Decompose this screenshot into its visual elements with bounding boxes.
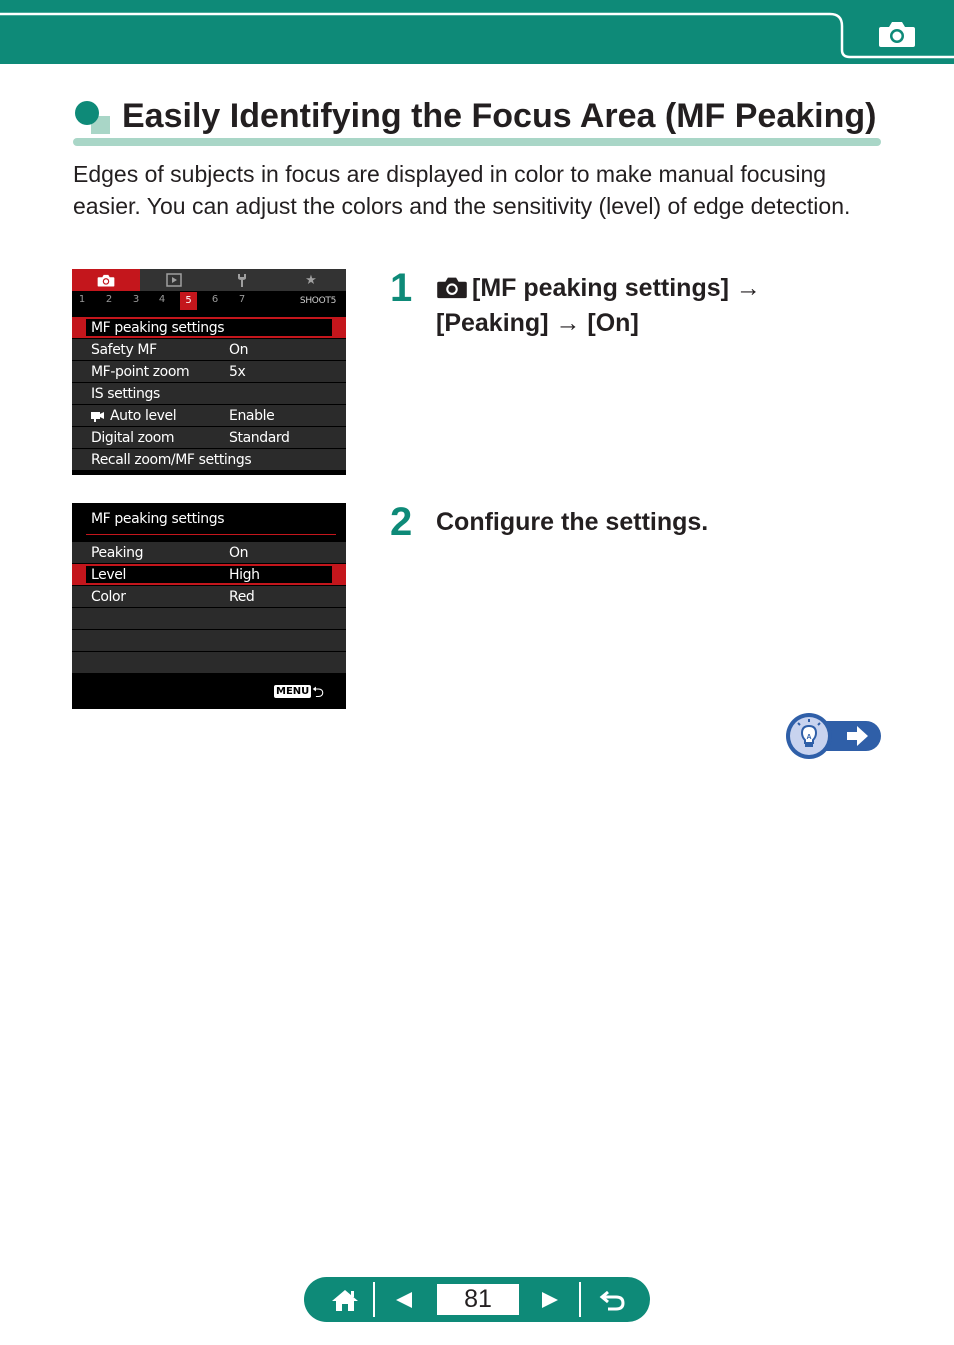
return-icon bbox=[599, 1290, 625, 1310]
menu-empty-row bbox=[72, 630, 346, 652]
menu-item-safety-mf: Safety MF On bbox=[72, 339, 346, 361]
menu-item-is-settings: IS settings bbox=[72, 383, 346, 405]
page-number: 3 bbox=[132, 294, 140, 305]
menu-item-value: 5x bbox=[229, 364, 246, 380]
menu-item-auto-level: Auto level Enable bbox=[72, 405, 346, 427]
menu-item-label: MF-point zoom bbox=[91, 364, 190, 380]
page-number-active: 5 bbox=[180, 292, 197, 310]
my-menu-tab: ★ bbox=[276, 269, 346, 291]
menu-tab-label: SHOOT5 bbox=[299, 296, 336, 306]
menu-item-label: Safety MF bbox=[91, 342, 157, 358]
camera-mf-peaking-screen: MF peaking settings Peaking On Level Hig… bbox=[72, 503, 346, 709]
menu-item-value: On bbox=[229, 545, 249, 561]
menu-item-value: Standard bbox=[229, 430, 290, 446]
camera-menu-screen-shoot5: ★ 1 2 3 4 5 6 7 SHOOT5 MF peaking settin… bbox=[72, 269, 346, 475]
menu-item-value: High bbox=[229, 567, 260, 583]
menu-item-label: MF peaking settings bbox=[91, 320, 225, 336]
playback-tab bbox=[140, 269, 208, 291]
menu-item-label: IS settings bbox=[91, 386, 160, 402]
movie-icon bbox=[91, 412, 104, 422]
page-number: 2 bbox=[105, 294, 113, 305]
menu-item-level: Level High bbox=[72, 564, 346, 586]
return-icon: ⮌ bbox=[312, 683, 325, 701]
svg-text:A: A bbox=[806, 734, 811, 741]
menu-item-recall-zoom-mf: Recall zoom/MF settings bbox=[72, 449, 346, 471]
chapter-tab-outline bbox=[0, 12, 954, 59]
step-number: 2 bbox=[390, 500, 413, 544]
section-bullet-icon bbox=[75, 101, 110, 134]
return-button[interactable] bbox=[590, 1277, 636, 1322]
next-page-button[interactable] bbox=[530, 1277, 570, 1322]
step-1-instruction: [MF peaking settings] → [Peaking] → [On] bbox=[436, 271, 856, 341]
triangle-right-icon bbox=[542, 1291, 558, 1308]
screen-title-rule bbox=[86, 534, 336, 535]
setup-tab bbox=[208, 269, 276, 291]
menu-button-label: MENU bbox=[274, 685, 312, 698]
tips-link-button[interactable]: A bbox=[785, 712, 881, 760]
page-number-field[interactable]: 81 bbox=[437, 1284, 519, 1315]
step-1-text-line2: [Peaking] → [On] bbox=[436, 309, 639, 337]
playback-icon bbox=[166, 273, 182, 287]
menu-tab-bar: ★ bbox=[72, 269, 346, 291]
menu-item-label: Level bbox=[91, 567, 126, 583]
triangle-left-icon bbox=[396, 1291, 412, 1308]
camera-icon[interactable] bbox=[878, 20, 916, 48]
page-title: Easily Identifying the Focus Area (MF Pe… bbox=[122, 97, 877, 135]
previous-page-button[interactable] bbox=[384, 1277, 424, 1322]
camera-icon bbox=[97, 274, 115, 287]
menu-empty-row bbox=[72, 652, 346, 674]
menu-item-label: Color bbox=[91, 589, 126, 605]
page-number: 7 bbox=[238, 294, 246, 305]
menu-item-label: Digital zoom bbox=[91, 430, 175, 446]
menu-item-label: Recall zoom/MF settings bbox=[91, 452, 252, 468]
wrench-icon bbox=[238, 273, 246, 287]
camera-icon bbox=[437, 277, 467, 299]
camera-tab bbox=[72, 269, 140, 291]
menu-item-label: Peaking bbox=[91, 545, 144, 561]
menu-item-value: Enable bbox=[229, 408, 275, 424]
menu-item-value: On bbox=[229, 342, 249, 358]
title-underline bbox=[73, 138, 881, 146]
menu-empty-row bbox=[72, 608, 346, 630]
menu-item-mf-peaking-settings: MF peaking settings bbox=[72, 317, 346, 339]
menu-page-numbers: 1 2 3 4 5 6 7 SHOOT5 bbox=[72, 291, 346, 311]
step-2-instruction: Configure the settings. bbox=[436, 508, 709, 536]
home-button[interactable] bbox=[322, 1277, 368, 1322]
page-number: 1 bbox=[78, 294, 86, 305]
menu-item-color: Color Red bbox=[72, 586, 346, 608]
intro-paragraph: Edges of subjects in focus are displayed… bbox=[73, 161, 851, 219]
header-band bbox=[0, 0, 954, 64]
screen-title: MF peaking settings bbox=[91, 511, 225, 527]
page-number: 6 bbox=[211, 294, 219, 305]
menu-item-mf-point-zoom: MF-point zoom 5x bbox=[72, 361, 346, 383]
step-number: 1 bbox=[390, 266, 413, 310]
star-icon: ★ bbox=[305, 272, 317, 288]
home-icon bbox=[332, 1289, 358, 1311]
menu-item-digital-zoom: Digital zoom Standard bbox=[72, 427, 346, 449]
menu-item-peaking: Peaking On bbox=[72, 542, 346, 564]
page-number: 4 bbox=[158, 294, 166, 305]
menu-item-value: Red bbox=[229, 589, 255, 605]
bottom-navigation-bar: 81 bbox=[304, 1277, 650, 1322]
step-1-text-line1: [MF peaking settings] → bbox=[472, 274, 761, 302]
